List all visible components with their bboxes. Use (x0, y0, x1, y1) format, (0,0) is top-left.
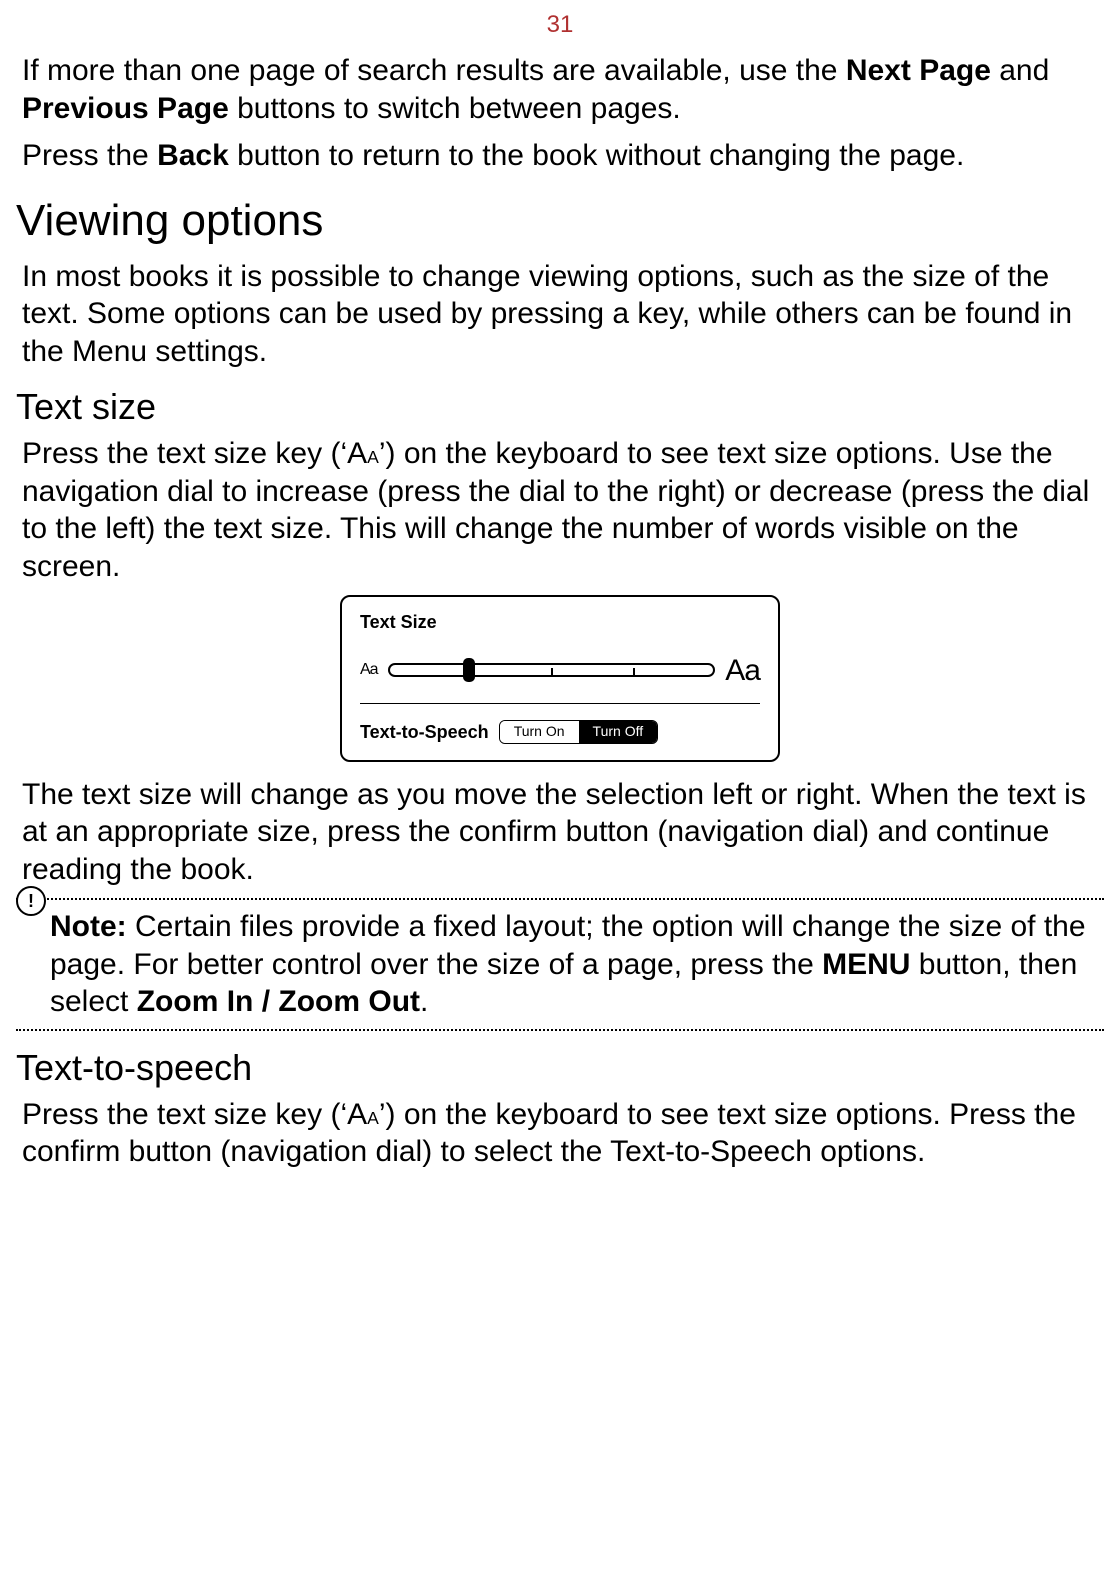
dialog-title: Text Size (360, 611, 760, 634)
slider-min-label: Aa (360, 660, 378, 680)
text-to-speech-paragraph: Press the text size key (‘AA’) on the ke… (22, 1096, 1098, 1171)
tts-turn-off[interactable]: Turn Off (579, 721, 658, 743)
intro-paragraph-1: If more than one page of search results … (22, 52, 1098, 127)
text-size-key-icon: A (367, 439, 379, 469)
tts-turn-on[interactable]: Turn On (500, 721, 579, 743)
note-label: Note: (50, 910, 127, 943)
slider-tick (551, 668, 553, 677)
zoom-out-label: Zoom Out (278, 985, 420, 1018)
text: buttons to switch between pages. (229, 92, 681, 125)
text-size-figure-wrapper: Text Size Aa Aa Text-to-Speech Turn On T… (16, 595, 1104, 762)
heading-text-to-speech: Text-to-speech (16, 1045, 1104, 1090)
heading-viewing-options: Viewing options (16, 193, 1104, 248)
menu-button-label: MENU (822, 948, 910, 981)
text: If more than one page of search results … (22, 54, 846, 87)
text: / (253, 985, 278, 1018)
intro-paragraph-2: Press the Back button to return to the b… (22, 137, 1098, 175)
text-size-dialog: Text Size Aa Aa Text-to-Speech Turn On T… (340, 595, 780, 762)
zoom-in-label: Zoom In (137, 985, 254, 1018)
slider-max-label: Aa (725, 652, 760, 690)
slider-tick (633, 668, 635, 677)
back-button-label: Back (157, 139, 229, 172)
tts-label: Text-to-Speech (360, 721, 489, 744)
heading-text-size: Text size (16, 384, 1104, 429)
text-size-paragraph-1: Press the text size key (‘AA’) on the ke… (22, 435, 1098, 585)
tts-row: Text-to-Speech Turn On Turn Off (360, 720, 760, 744)
text-size-key-icon: A (367, 1100, 379, 1130)
text-size-slider-row: Aa Aa (360, 652, 760, 705)
note-icon: ! (16, 886, 46, 916)
text: and (991, 54, 1049, 87)
slider-knob[interactable] (463, 658, 475, 682)
next-page-label: Next Page (846, 54, 991, 87)
text: Press the text size key (‘A (22, 437, 367, 470)
note-body: Note: Certain files provide a fixed layo… (50, 908, 1104, 1021)
text-size-paragraph-2: The text size will change as you move th… (22, 776, 1098, 889)
text-size-slider[interactable] (388, 660, 716, 680)
page-number: 31 (16, 0, 1104, 46)
text: . (420, 985, 428, 1018)
viewing-options-intro: In most books it is possible to change v… (22, 258, 1098, 371)
note-box: ! Note: Certain files provide a fixed la… (16, 898, 1104, 1031)
tts-toggle[interactable]: Turn On Turn Off (499, 720, 658, 744)
text: Press the text size key (‘A (22, 1098, 367, 1131)
text: Press the (22, 139, 157, 172)
previous-page-label: Previous Page (22, 92, 229, 125)
text: button to return to the book without cha… (229, 139, 965, 172)
